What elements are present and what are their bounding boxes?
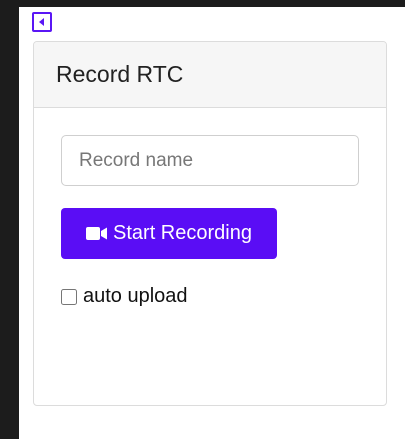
auto-upload-option[interactable]: auto upload <box>61 285 188 308</box>
page: Record RTC Start Recording auto upload <box>19 7 405 439</box>
start-recording-button[interactable]: Start Recording <box>61 208 277 259</box>
caret-left-icon <box>39 18 44 26</box>
auto-upload-checkbox[interactable] <box>61 288 77 305</box>
start-recording-label: Start Recording <box>113 222 252 244</box>
auto-upload-label: auto upload <box>83 285 188 307</box>
record-rtc-card: Record RTC Start Recording auto upload <box>33 41 387 406</box>
card-header: Record RTC <box>34 42 386 108</box>
app-frame: Record RTC Start Recording auto upload <box>0 0 405 439</box>
video-camera-icon <box>86 227 108 240</box>
record-name-input[interactable] <box>61 135 359 186</box>
card-title: Record RTC <box>56 61 184 87</box>
collapse-panel-button[interactable] <box>32 12 52 32</box>
